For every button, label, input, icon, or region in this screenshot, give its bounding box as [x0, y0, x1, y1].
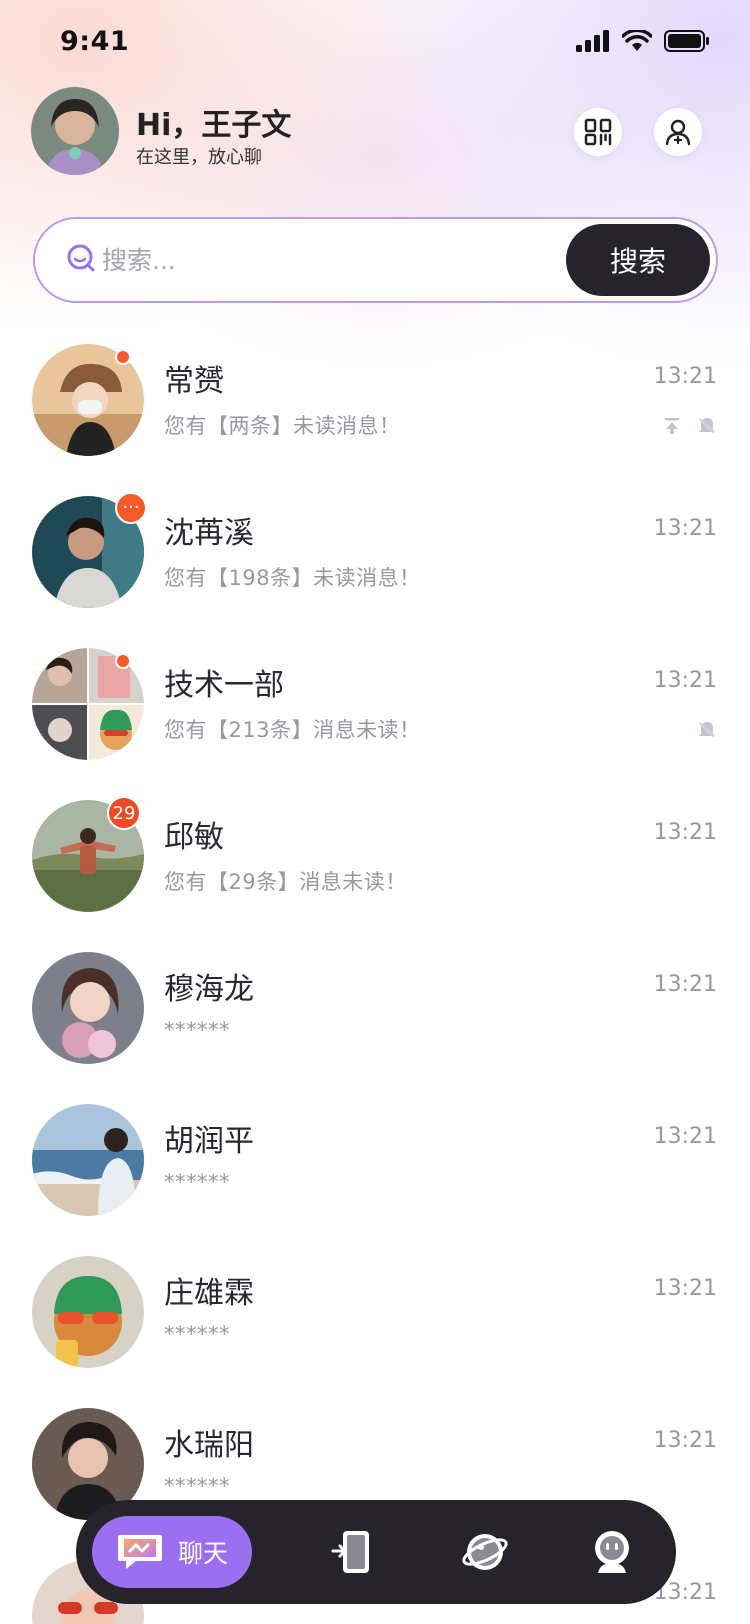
- contact-name: 水瑞阳: [164, 1428, 254, 1463]
- add-friend-button[interactable]: [654, 108, 702, 156]
- message-time: 13:21: [653, 1276, 717, 1301]
- contact-name: 胡润平: [164, 1124, 254, 1159]
- unread-dot: [115, 349, 131, 365]
- battery-icon: [664, 30, 709, 52]
- contact-name: 沈苒溪: [164, 516, 254, 551]
- my-avatar[interactable]: [31, 87, 119, 175]
- message-preview: ******: [164, 1474, 230, 1498]
- planet-icon: [462, 1534, 508, 1570]
- chat-row[interactable]: 穆海龙 ****** 13:21: [0, 952, 750, 1082]
- tab-device[interactable]: [323, 1522, 383, 1582]
- message-time: 13:21: [653, 516, 717, 541]
- signal-icon: [576, 30, 609, 52]
- contact-avatar: [32, 1256, 144, 1368]
- wifi-icon: [622, 30, 652, 51]
- contact-name: 邱敏: [164, 820, 224, 855]
- unread-count-badge: 29: [107, 796, 141, 830]
- mute-bell-icon: [698, 417, 716, 435]
- chat-icon: [118, 1535, 162, 1569]
- tab-discover[interactable]: [455, 1522, 515, 1582]
- chat-row[interactable]: 29 邱敏 您有【29条】消息未读！ 13:21: [0, 796, 750, 930]
- message-time: 13:21: [653, 668, 717, 693]
- add-user-icon: [665, 119, 691, 146]
- unread-dot: [115, 653, 131, 669]
- message-preview: 您有【29条】消息未读！: [164, 870, 407, 894]
- greeting-subtitle: 在这里，放心聊: [136, 147, 262, 168]
- message-preview: 您有【两条】未读消息！: [164, 414, 401, 438]
- contact-name: 庄雄霖: [164, 1276, 254, 1311]
- device-icon: [331, 1531, 369, 1573]
- message-time: 13:21: [653, 1124, 717, 1149]
- pin-top-icon: [665, 418, 679, 434]
- tab-profile[interactable]: [582, 1522, 642, 1582]
- search-icon: [67, 244, 95, 272]
- message-time: 13:21: [653, 820, 717, 845]
- status-time: 9:41: [60, 26, 130, 57]
- unread-more-badge: ···: [115, 492, 147, 524]
- message-time: 13:21: [653, 364, 717, 389]
- message-preview: ******: [164, 1170, 230, 1194]
- tab-chat[interactable]: 聊天: [92, 1516, 252, 1588]
- chat-row[interactable]: 技术一部 您有【213条】消息未读！ 13:21: [0, 648, 750, 778]
- message-preview: ******: [164, 1322, 230, 1346]
- chat-row[interactable]: ··· 沈苒溪 您有【198条】未读消息！ 13:21: [0, 492, 750, 626]
- mute-bell-icon: [698, 721, 716, 739]
- message-time: 13:21: [653, 1428, 717, 1453]
- message-time: 13:21: [653, 972, 717, 997]
- chat-row[interactable]: 胡润平 ****** 13:21: [0, 1104, 750, 1234]
- search-input[interactable]: [102, 232, 532, 288]
- contact-name: 穆海龙: [164, 972, 254, 1007]
- group-name: 技术一部: [164, 668, 284, 703]
- tab-chat-label: 聊天: [178, 1539, 229, 1568]
- chat-row[interactable]: 常赟 您有【两条】未读消息！ 13:21: [0, 344, 750, 474]
- greeting-title: Hi，王子文: [136, 108, 292, 143]
- message-preview: 您有【198条】未读消息！: [164, 566, 421, 590]
- contact-avatar: [32, 952, 144, 1064]
- message-preview: ******: [164, 1018, 230, 1042]
- qr-code-button[interactable]: [574, 108, 622, 156]
- message-preview: 您有【213条】消息未读！: [164, 718, 421, 742]
- contact-name: 常赟: [164, 364, 224, 399]
- qr-code-icon: [584, 118, 612, 146]
- status-icons: [576, 30, 710, 52]
- robot-icon: [595, 1531, 629, 1573]
- chat-row[interactable]: 庄雄霖 ****** 13:21: [0, 1256, 750, 1386]
- search-button[interactable]: 搜索: [566, 224, 710, 296]
- contact-avatar: [32, 1104, 144, 1216]
